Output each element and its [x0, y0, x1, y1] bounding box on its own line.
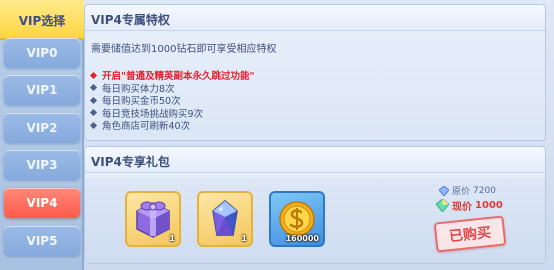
current-price-row: 现价 1000: [436, 198, 503, 213]
benefit-list: 开启"普通及精英副本永久跳过功能" 每日购买体力8次 每日购买金币50次 每日竞…: [89, 69, 254, 132]
vip-sidebar: VIP选择 VIP0 VIP1 VIP2 VIP3 VIP4 VIP5: [0, 0, 84, 270]
item-count: 160000: [285, 234, 319, 243]
benefit-item: 每日竞技场挑战购买9次: [89, 107, 254, 120]
diamond-currency-icon: [436, 199, 449, 212]
bullet-icon: [89, 121, 98, 129]
privileges-title: VIP4专属特权: [91, 13, 170, 27]
benefit-item: 每日购买金币50次: [89, 94, 254, 107]
item-count: 1: [241, 234, 247, 243]
bullet-icon: [89, 71, 98, 79]
current-price-label: 现价: [452, 202, 472, 213]
benefit-item: 每日购买体力8次: [89, 82, 254, 95]
current-price-value: 1000: [475, 200, 503, 211]
tab-vip4[interactable]: VIP4: [4, 188, 80, 218]
benefit-text: 角色商店可刷新40次: [102, 121, 191, 132]
tab-vip5[interactable]: VIP5: [4, 226, 80, 256]
gift-title: VIP4专享礼包: [91, 155, 170, 169]
original-price-label: 原价: [452, 187, 471, 197]
privileges-panel: VIP4专属特权 需要储值达到1000钻石即可享受相应特权 开启"普通及精英副本…: [84, 4, 546, 141]
item-count: 1: [169, 234, 175, 243]
tab-vip3[interactable]: VIP3: [4, 150, 80, 180]
gift-item-slot[interactable]: 160000: [269, 191, 325, 247]
bullet-icon: [89, 96, 98, 104]
benefit-item: 角色商店可刷新40次: [89, 119, 254, 132]
gift-item-slot[interactable]: 1: [197, 191, 253, 247]
vip-select-header: VIP选择: [0, 0, 84, 40]
tab-vip0[interactable]: VIP0: [4, 38, 80, 68]
diamond-currency-icon: [439, 185, 449, 196]
gift-panel: VIP4专享礼包 1 1 160000 原价 7200 现价 1000 已购买: [84, 146, 546, 264]
privileges-description: 需要储值达到1000钻石即可享受相应特权: [91, 44, 277, 55]
original-price-row: 原价 7200: [439, 184, 496, 197]
bullet-icon: [89, 83, 98, 92]
tab-vip1[interactable]: VIP1: [4, 75, 80, 105]
original-price-value: 7200: [473, 185, 496, 196]
benefit-item: 开启"普通及精英副本永久跳过功能": [89, 69, 254, 82]
bullet-icon: [89, 108, 98, 117]
gift-item-slot[interactable]: 1: [125, 191, 181, 247]
tab-vip2[interactable]: VIP2: [4, 113, 80, 143]
